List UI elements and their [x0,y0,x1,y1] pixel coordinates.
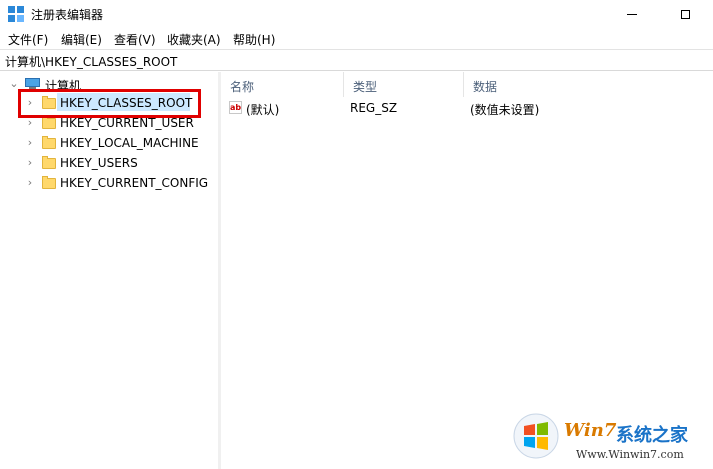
watermark-brand-name: 系统之家 [616,425,688,446]
column-header-data[interactable]: 数据 [464,72,584,97]
address-path[interactable]: 计算机\HKEY_CLASSES_ROOT [5,53,177,70]
menu-favorites[interactable]: 收藏夹(A) [167,31,221,48]
chevron-right-icon[interactable]: › [24,177,36,189]
menu-view[interactable]: 查看(V) [114,31,156,48]
tree-pane[interactable]: ⌄ 计算机 › HKEY_CLASSES_ROOT › HKEY_CURRENT… [0,72,219,469]
menu-bar: 文件(F) 编辑(E) 查看(V) 收藏夹(A) 帮助(H) [0,29,713,48]
watermark-brand-win7: Win7 [564,420,617,441]
column-header-type[interactable]: 类型 [344,72,464,97]
maximize-button[interactable] [662,0,708,28]
column-header-label: 类型 [353,80,378,94]
menu-file[interactable]: 文件(F) [8,31,48,48]
menu-edit[interactable]: 编辑(E) [61,31,102,48]
tree-item-label: HKEY_USERS [60,156,138,170]
menu-help[interactable]: 帮助(H) [233,31,275,48]
tree-item-label: HKEY_CURRENT_USER [60,116,194,130]
tree-item-hkey-users[interactable]: › HKEY_USERS [0,153,218,173]
computer-icon [25,78,40,89]
folder-icon [42,116,56,129]
minimize-icon [627,13,637,15]
column-header-label: 数据 [473,80,498,94]
maximize-icon [680,9,690,19]
value-data: (数值未设置) [470,103,540,117]
chevron-right-icon[interactable]: › [24,117,36,129]
tree-item-hkey-local-machine[interactable]: › HKEY_LOCAL_MACHINE [0,133,218,153]
folder-icon [42,156,56,169]
watermark-logo: Win7 系统之家 Www.Winwin7.com [512,406,713,469]
column-header-label: 名称 [230,80,255,94]
column-header-name[interactable]: 名称 [221,72,344,97]
address-bar[interactable]: 计算机\HKEY_CLASSES_ROOT [0,49,713,71]
title-bar: 注册表编辑器 [0,0,713,28]
string-value-icon: ab [229,101,242,114]
registry-editor-icon [8,6,24,22]
folder-icon [42,136,56,149]
value-name: (默认) [246,103,280,117]
minimize-button[interactable] [609,0,655,28]
annotation-highlight-box [18,89,201,118]
window-title: 注册表编辑器 [31,8,104,22]
tree-item-hkey-current-config[interactable]: › HKEY_CURRENT_CONFIG [0,173,218,193]
tree-item-label: HKEY_LOCAL_MACHINE [60,136,199,150]
value-type: REG_SZ [350,101,398,115]
chevron-right-icon[interactable]: › [24,137,36,149]
chevron-right-icon[interactable]: › [24,157,36,169]
folder-icon [42,176,56,189]
watermark-url: Www.Winwin7.com [576,448,684,461]
tree-item-label: HKEY_CURRENT_CONFIG [60,176,209,190]
